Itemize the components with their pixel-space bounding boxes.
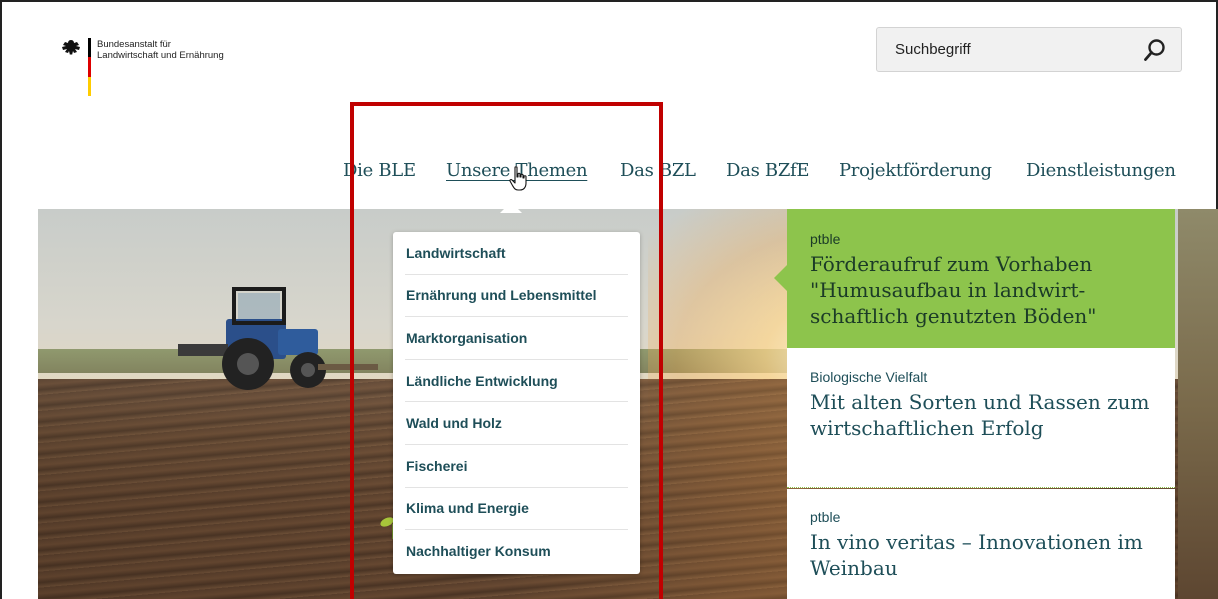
site-logo[interactable]: Bundesanstalt für Landwirtschaft und Ern… <box>60 38 224 96</box>
news-card-1[interactable]: ptble Förderaufruf zum Vorhaben "Humusau… <box>774 209 1175 348</box>
news-panel: ptble Förderaufruf zum Vorhaben "Humusau… <box>774 209 1175 599</box>
search-icon[interactable] <box>1143 38 1167 62</box>
news-card-2-kicker: Biologische Vielfalt <box>810 369 928 385</box>
nav-dienstleistungen[interactable]: Dienstleistungen <box>1026 160 1176 181</box>
news-card-2-headline[interactable]: Mit alten Sorten und Rassen zum wirtscha… <box>810 389 1160 441</box>
news-card-2[interactable]: Biologische Vielfalt Mit alten Sorten un… <box>787 348 1175 488</box>
news-card-1-kicker: ptble <box>810 231 841 247</box>
logo-text: Bundesanstalt für Landwirtschaft und Ern… <box>97 39 224 61</box>
search-input[interactable] <box>877 28 1127 71</box>
hand-pointer-icon <box>509 166 527 191</box>
news-card-3-kicker: ptble <box>810 509 841 525</box>
news-card-1-headline[interactable]: Förderaufruf zum Vorhaben "Humusaufbau i… <box>810 251 1160 329</box>
hero-right-strip <box>1178 209 1218 599</box>
federal-eagle-icon <box>62 40 80 55</box>
nav-projektfoerderung[interactable]: Projektförderung <box>839 160 992 181</box>
news-card-arrow <box>774 265 787 291</box>
search-box <box>876 27 1182 72</box>
news-card-3[interactable]: ptble In vino veritas – Innovationen im … <box>787 489 1175 599</box>
nav-das-bzfe[interactable]: Das BZfE <box>726 160 810 181</box>
highlight-box <box>350 102 663 599</box>
logo-line-2: Landwirtschaft und Ernährung <box>97 50 224 61</box>
flag-bar <box>88 38 91 96</box>
tractor-illustration <box>178 287 378 390</box>
logo-line-1: Bundesanstalt für <box>97 39 171 50</box>
news-card-3-headline[interactable]: In vino veritas – Innovationen im Weinba… <box>810 529 1160 581</box>
